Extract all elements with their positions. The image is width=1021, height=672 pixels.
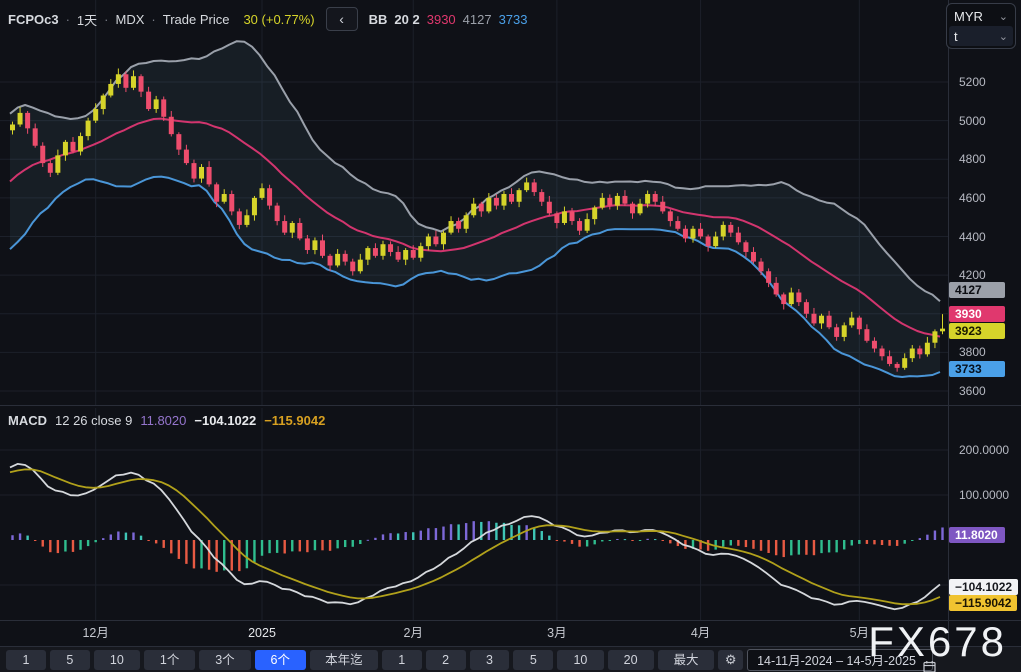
time-axis-label: 2025	[248, 624, 276, 642]
range-button-2年[interactable]: 2年	[426, 650, 466, 670]
gear-icon: ⚙	[725, 652, 737, 667]
bb-indicator-name[interactable]: BB	[369, 12, 388, 27]
macd-signal-value: −115.9042	[264, 413, 325, 428]
separator-dot: ·	[66, 12, 70, 27]
range-button-3年[interactable]: 3年	[470, 650, 510, 670]
separator-dot: ·	[104, 12, 108, 27]
change-value: 30 (+0.77%)	[243, 12, 314, 27]
range-toolbar: 1天5天10天1个月3个月6个月本年迄今1年2年3年5年10年20年最大值 ⚙ …	[0, 646, 1021, 672]
range-button-3个月[interactable]: 3个月	[199, 650, 250, 670]
time-axis-label: 4月	[691, 624, 710, 642]
unit-value: t	[954, 29, 958, 44]
range-button-最大值[interactable]: 最大值	[658, 650, 714, 670]
last-price-badge: 3923	[949, 323, 1005, 339]
currency-unit-selector: MYR ⌄ t ⌄	[946, 3, 1016, 49]
macd-legend: MACD 12 26 close 9 11.8020 −104.1022 −11…	[8, 413, 325, 428]
price-tick-label: 3600	[959, 383, 986, 399]
symbol-name[interactable]: FCPOc3	[8, 12, 59, 27]
bb-basis-badge: 3930	[949, 306, 1005, 322]
price-tick-label: 5200	[959, 74, 986, 90]
collapse-legend-button[interactable]: ‹	[326, 7, 358, 31]
panel-divider[interactable]	[0, 405, 1021, 406]
macd-tick-label: 100.0000	[959, 487, 1009, 503]
time-axis[interactable]: 12月 2025 2月 3月 4月 5月	[0, 620, 948, 646]
bb-basis-value: 3930	[427, 12, 456, 27]
range-button-1年[interactable]: 1年	[382, 650, 422, 670]
macd-indicator-params: 12 26 close 9	[55, 413, 132, 428]
range-button-10年[interactable]: 10年	[557, 650, 603, 670]
macd-line-value: −104.1022	[194, 413, 256, 428]
range-buttons: 1天5天10天1个月3个月6个月本年迄今1年2年3年5年10年20年最大值	[6, 650, 714, 670]
date-range-picker[interactable]: 14-11月-2024 – 14-5月-2025	[747, 649, 933, 671]
bb-upper-badge: 4127	[949, 282, 1005, 298]
currency-value: MYR	[954, 9, 983, 24]
symbol-legend: FCPOc3 · 1天 · MDX · Trade Price 30 (+0.7…	[8, 7, 528, 31]
chart-window: FCPOc3 · 1天 · MDX · Trade Price 30 (+0.7…	[0, 0, 1021, 672]
bb-indicator-params: 20 2	[394, 12, 419, 27]
price-tick-label: 4600	[959, 190, 986, 206]
macd-indicator-name[interactable]: MACD	[8, 413, 47, 428]
chevron-down-icon: ⌄	[999, 30, 1008, 43]
time-axis-label: 3月	[547, 624, 566, 642]
range-button-10天[interactable]: 10天	[94, 650, 140, 670]
bb-upper-value: 4127	[463, 12, 492, 27]
time-axis-label: 5月	[850, 624, 869, 642]
macd-line-badge: −104.1022	[949, 579, 1018, 595]
macd-hist-value: 11.8020	[140, 413, 186, 428]
price-tick-label: 4800	[959, 151, 986, 167]
range-button-6个月[interactable]: 6个月	[255, 650, 306, 670]
price-tick-label: 4200	[959, 267, 986, 283]
range-button-1个月[interactable]: 1个月	[144, 650, 195, 670]
macd-chart-canvas[interactable]	[0, 408, 948, 620]
range-button-20年[interactable]: 20年	[608, 650, 654, 670]
price-chart-canvas[interactable]	[0, 0, 948, 406]
macd-hist-badge: 11.8020	[949, 527, 1005, 543]
macd-tick-label: 200.0000	[959, 442, 1009, 458]
time-axis-label: 2月	[403, 624, 422, 642]
currency-dropdown[interactable]: MYR ⌄	[949, 6, 1013, 26]
range-button-1天[interactable]: 1天	[6, 650, 46, 670]
interval-label[interactable]: 1天	[77, 10, 97, 29]
chart-settings-button[interactable]: ⚙	[718, 650, 743, 670]
separator-dot: ·	[151, 12, 155, 27]
range-button-5年[interactable]: 5年	[513, 650, 553, 670]
series-type-label: Trade Price	[163, 12, 230, 27]
macd-signal-badge: −115.9042	[949, 595, 1017, 611]
bb-lower-badge: 3733	[949, 361, 1005, 377]
bb-lower-value: 3733	[499, 12, 528, 27]
price-axis[interactable]: 5200 5000 4800 4600 4400 4200 3800 3600 200.0000…	[949, 0, 1021, 646]
chevron-left-icon: ‹	[339, 11, 344, 27]
range-button-5天[interactable]: 5天	[50, 650, 90, 670]
exchange-label: MDX	[116, 12, 145, 27]
date-range-text: 14-11月-2024 – 14-5月-2025	[757, 650, 916, 669]
price-tick-label: 3800	[959, 344, 986, 360]
time-axis-label: 12月	[82, 624, 108, 642]
chevron-down-icon: ⌄	[999, 10, 1008, 23]
range-button-本年迄今[interactable]: 本年迄今	[310, 650, 378, 670]
price-tick-label: 4400	[959, 229, 986, 245]
price-tick-label: 5000	[959, 113, 986, 129]
unit-dropdown[interactable]: t ⌄	[949, 26, 1013, 46]
